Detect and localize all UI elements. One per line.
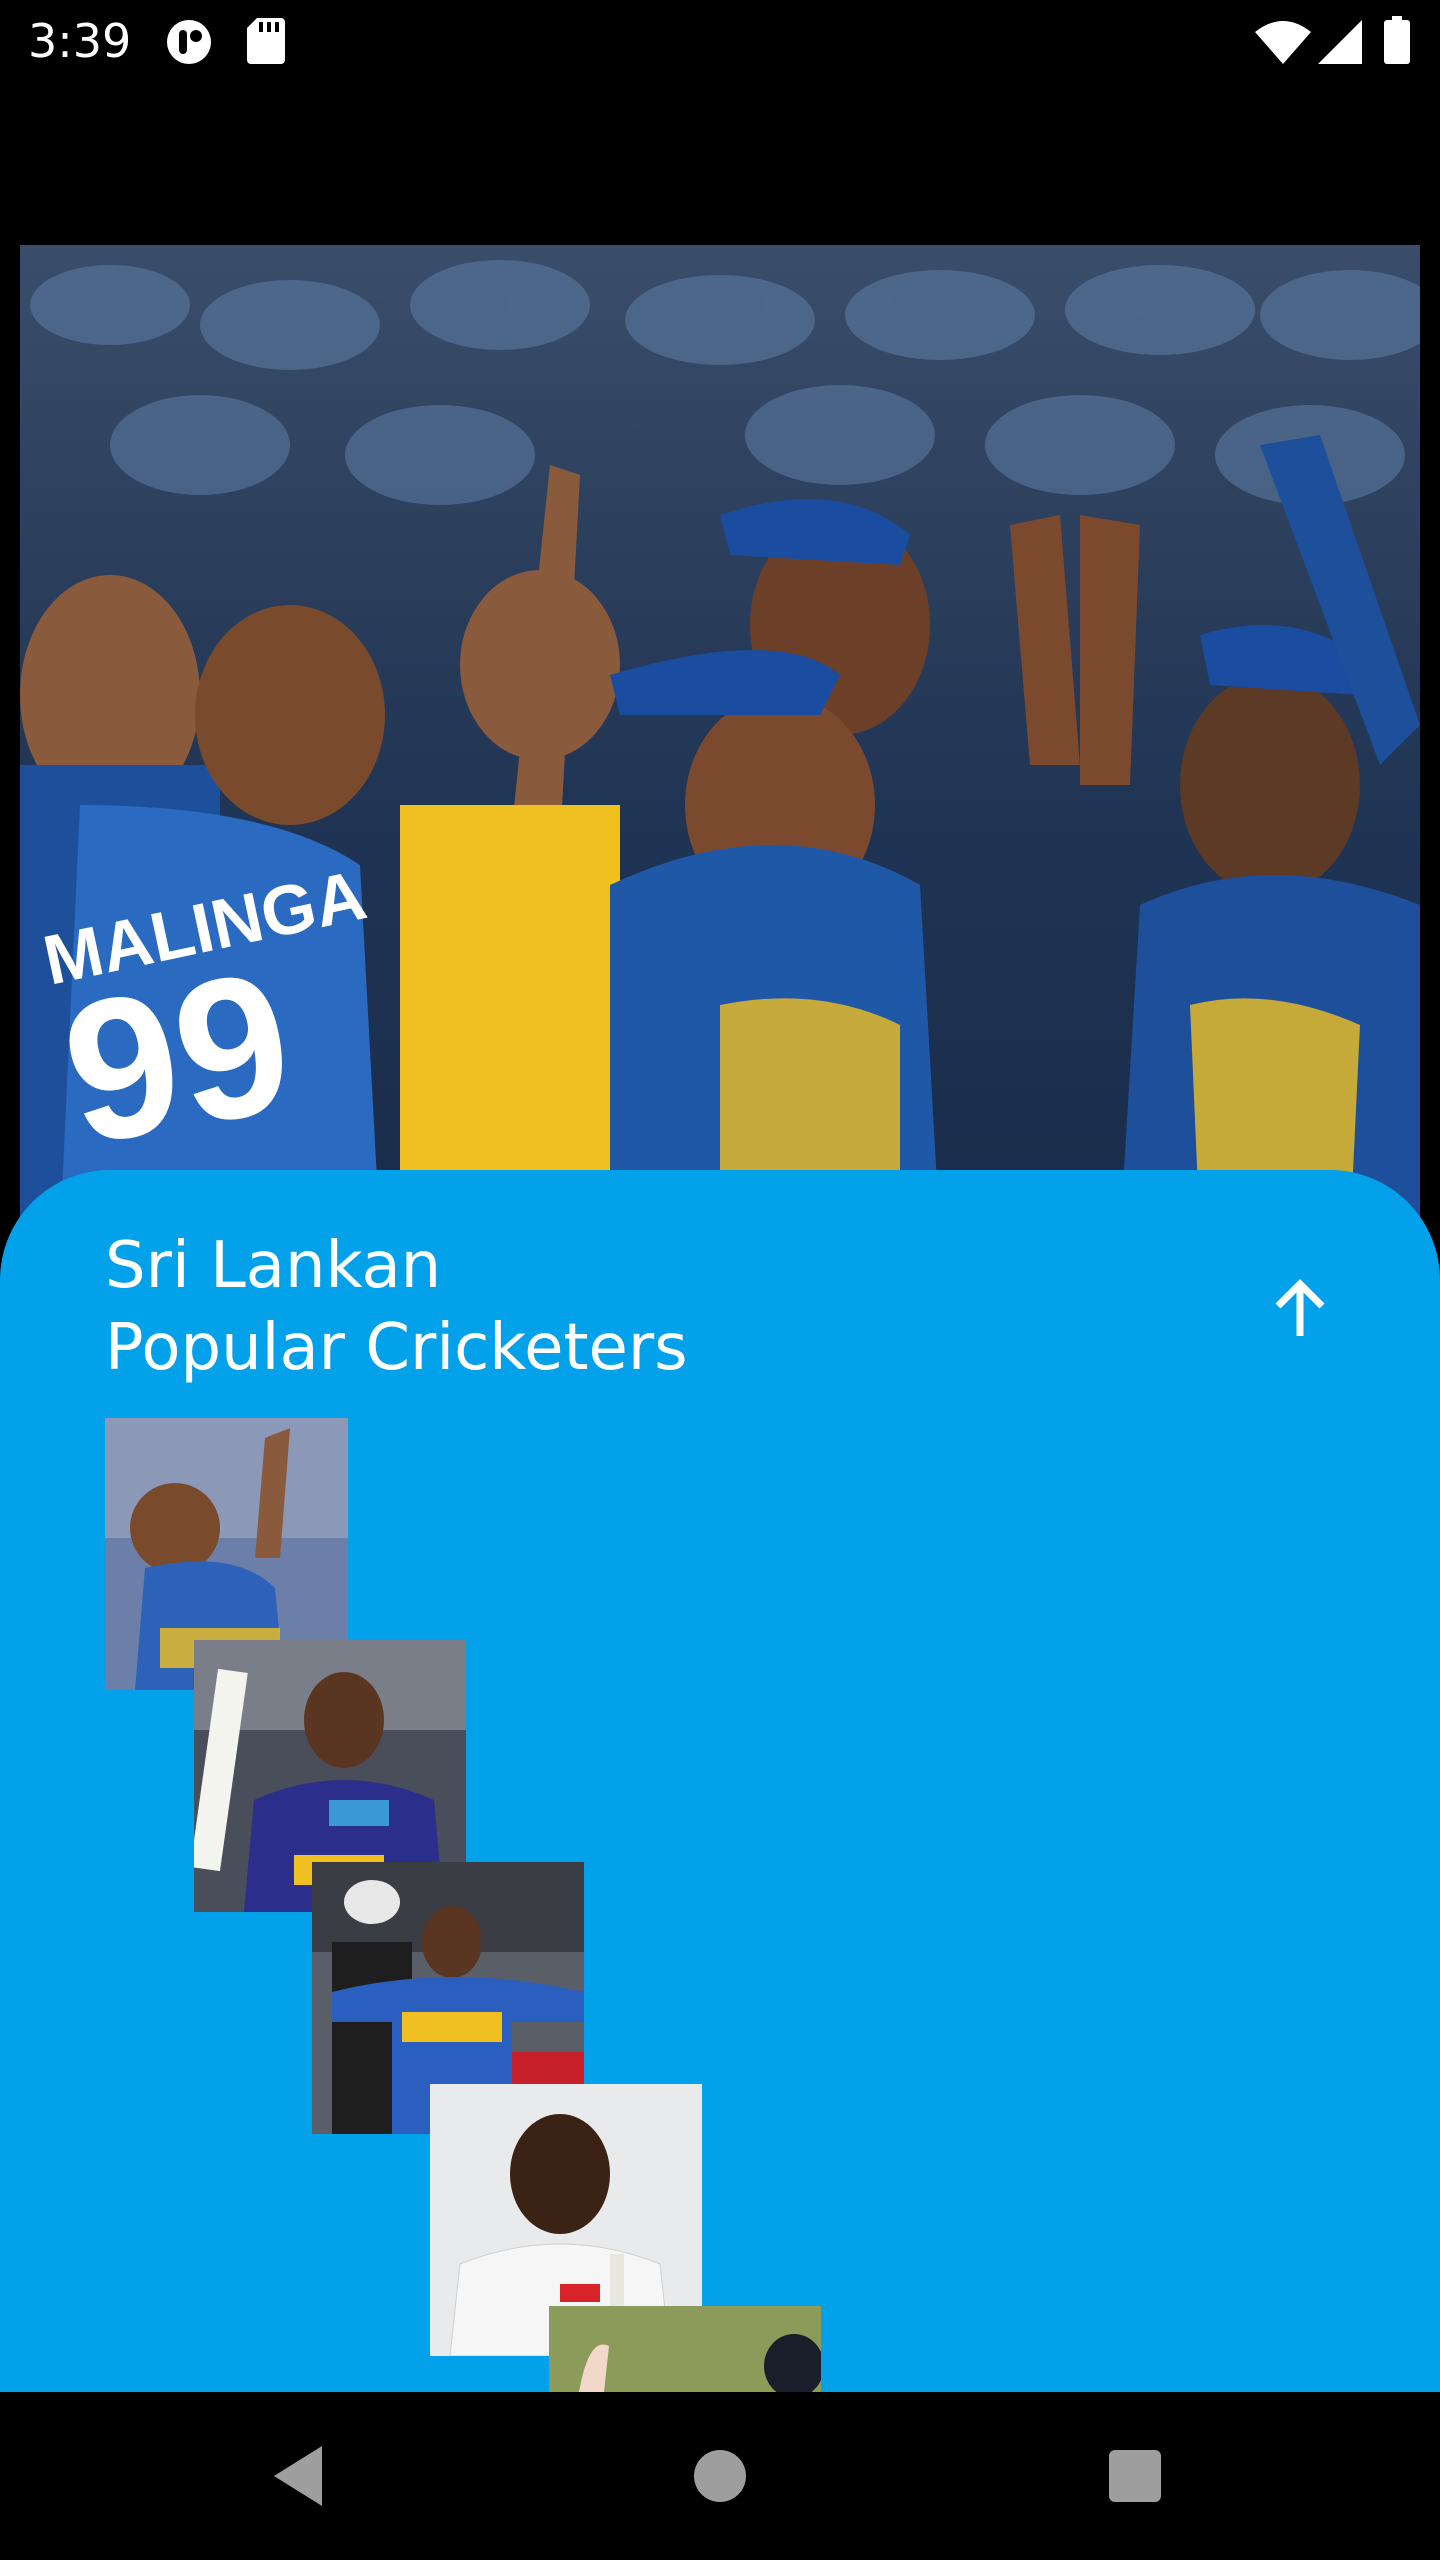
sheet-title-line1: Sri Lankan — [105, 1229, 442, 1303]
wifi-icon — [1255, 21, 1311, 64]
back-icon[interactable] — [260, 2436, 340, 2516]
recents-icon[interactable] — [1095, 2436, 1175, 2516]
home-icon[interactable] — [680, 2436, 760, 2516]
sd-card-icon — [247, 18, 285, 64]
hero-jersey-number: 99 — [49, 929, 307, 1187]
status-time: 3:39 — [28, 14, 132, 68]
status-bar: 3:39 — [0, 0, 1440, 84]
cricketers-bottom-sheet[interactable]: Sri Lankan Popular Cricketers — [0, 1170, 1440, 2392]
navigation-bar — [0, 2392, 1440, 2560]
cell-signal-icon — [1318, 20, 1362, 64]
hotspot-icon — [167, 20, 211, 64]
arrow-up-icon[interactable] — [1260, 1270, 1340, 1350]
cricketer-thumbnail-5[interactable] — [549, 2306, 821, 2392]
hero-team-photo: MALINGA 99 — [20, 245, 1420, 1235]
sheet-title-line2: Popular Cricketers — [105, 1311, 688, 1385]
battery-icon — [1384, 16, 1410, 64]
sheet-title: Sri Lankan Popular Cricketers — [105, 1225, 688, 1389]
